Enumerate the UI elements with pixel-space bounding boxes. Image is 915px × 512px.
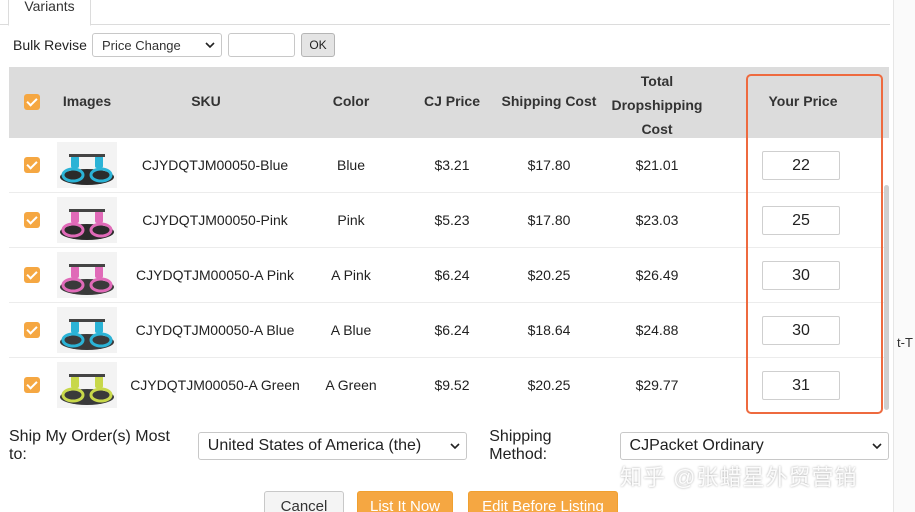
- header-total-line: Dropshipping: [611, 97, 703, 113]
- color-cell: A Pink: [331, 267, 371, 283]
- chevron-down-icon: [872, 443, 882, 449]
- header-shipping-cost: Shipping Cost: [501, 93, 597, 109]
- sku-cell: CJYDQTJM00050-A Green: [130, 377, 300, 393]
- total-cost-cell: $23.03: [635, 212, 679, 228]
- product-thumbnail: [57, 307, 117, 353]
- shipping-cost-cell: $17.80: [527, 157, 571, 173]
- product-thumbnail: [57, 252, 117, 298]
- total-cost-cell: $24.88: [635, 322, 679, 338]
- cj-price-cell: $9.52: [434, 377, 470, 393]
- product-thumbnail: [57, 362, 117, 408]
- sku-cell: CJYDQTJM00050-Pink: [142, 212, 288, 228]
- cj-price-cell: $6.24: [434, 322, 470, 338]
- header-images: Images: [62, 93, 112, 109]
- color-cell: A Green: [325, 377, 377, 393]
- header-color: Color: [332, 93, 370, 109]
- shipping-method-label: Shipping Method:: [489, 428, 552, 463]
- tab-variants[interactable]: Variants: [8, 0, 91, 26]
- background-text-fragment: t-T: [897, 335, 913, 350]
- total-cost-cell: $26.49: [635, 267, 679, 283]
- row-checkbox[interactable]: [24, 212, 40, 228]
- header-total-dropshipping-cost: Total Dropshipping Cost: [605, 69, 709, 141]
- tab-bar: Variants: [0, 0, 890, 26]
- bulk-revise-select[interactable]: Price Change: [92, 33, 222, 57]
- shipping-cost-cell: $17.80: [527, 212, 571, 228]
- shipping-cost-cell: $20.25: [527, 267, 571, 283]
- edit-before-listing-button[interactable]: Edit Before Listing: [468, 491, 618, 512]
- row-checkbox[interactable]: [24, 157, 40, 173]
- watermark: 知乎 @张蜡星外贸营销: [620, 465, 858, 490]
- product-thumbnail: [57, 142, 117, 188]
- select-all-checkbox[interactable]: [24, 94, 40, 110]
- bulk-revise-value-input[interactable]: [228, 33, 295, 57]
- header-sku: SKU: [191, 93, 221, 109]
- color-cell: Pink: [337, 212, 365, 228]
- shipping-method-value: CJPacket Ordinary: [629, 437, 764, 454]
- ship-to-label: Ship My Order(s) Most to:: [9, 428, 170, 463]
- your-price-highlight-box: [746, 74, 883, 414]
- header-total-line: Total: [640, 73, 674, 89]
- sku-cell: CJYDQTJM00050-A Pink: [136, 267, 294, 283]
- color-cell: Blue: [336, 157, 366, 173]
- chevron-down-icon: [205, 42, 215, 48]
- sku-cell: CJYDQTJM00050-Blue: [141, 157, 289, 173]
- table-scrollbar[interactable]: [884, 185, 889, 410]
- bulk-revise-label: Bulk Revise: [13, 37, 87, 53]
- color-cell: A Blue: [330, 322, 372, 338]
- cj-price-cell: $6.24: [434, 267, 470, 283]
- ship-to-select[interactable]: United States of America (the): [197, 432, 468, 460]
- shipping-cost-cell: $18.64: [527, 322, 571, 338]
- total-cost-cell: $29.77: [635, 377, 679, 393]
- cancel-button[interactable]: Cancel: [264, 491, 344, 512]
- row-checkbox[interactable]: [24, 322, 40, 338]
- row-checkbox[interactable]: [24, 377, 40, 393]
- bulk-revise-select-value: Price Change: [102, 37, 181, 53]
- bulk-revise-bar: Bulk Revise Price Change OK: [13, 33, 335, 57]
- shipping-cost-cell: $20.25: [527, 377, 571, 393]
- product-thumbnail: [57, 197, 117, 243]
- cj-price-cell: $5.23: [434, 212, 470, 228]
- header-cj-price: CJ Price: [423, 93, 481, 109]
- row-checkbox[interactable]: [24, 267, 40, 283]
- chevron-down-icon: [450, 443, 460, 449]
- cj-price-cell: $3.21: [434, 157, 470, 173]
- list-it-now-button[interactable]: List It Now: [357, 491, 453, 512]
- total-cost-cell: $21.01: [635, 157, 679, 173]
- shipping-options: Ship My Order(s) Most to: United States …: [9, 428, 889, 463]
- background-panel-edge: [893, 0, 915, 512]
- shipping-method-select[interactable]: CJPacket Ordinary: [619, 432, 889, 460]
- sku-cell: CJYDQTJM00050-A Blue: [135, 322, 295, 338]
- bulk-ok-button[interactable]: OK: [301, 33, 335, 57]
- ship-to-value: United States of America (the): [207, 437, 422, 454]
